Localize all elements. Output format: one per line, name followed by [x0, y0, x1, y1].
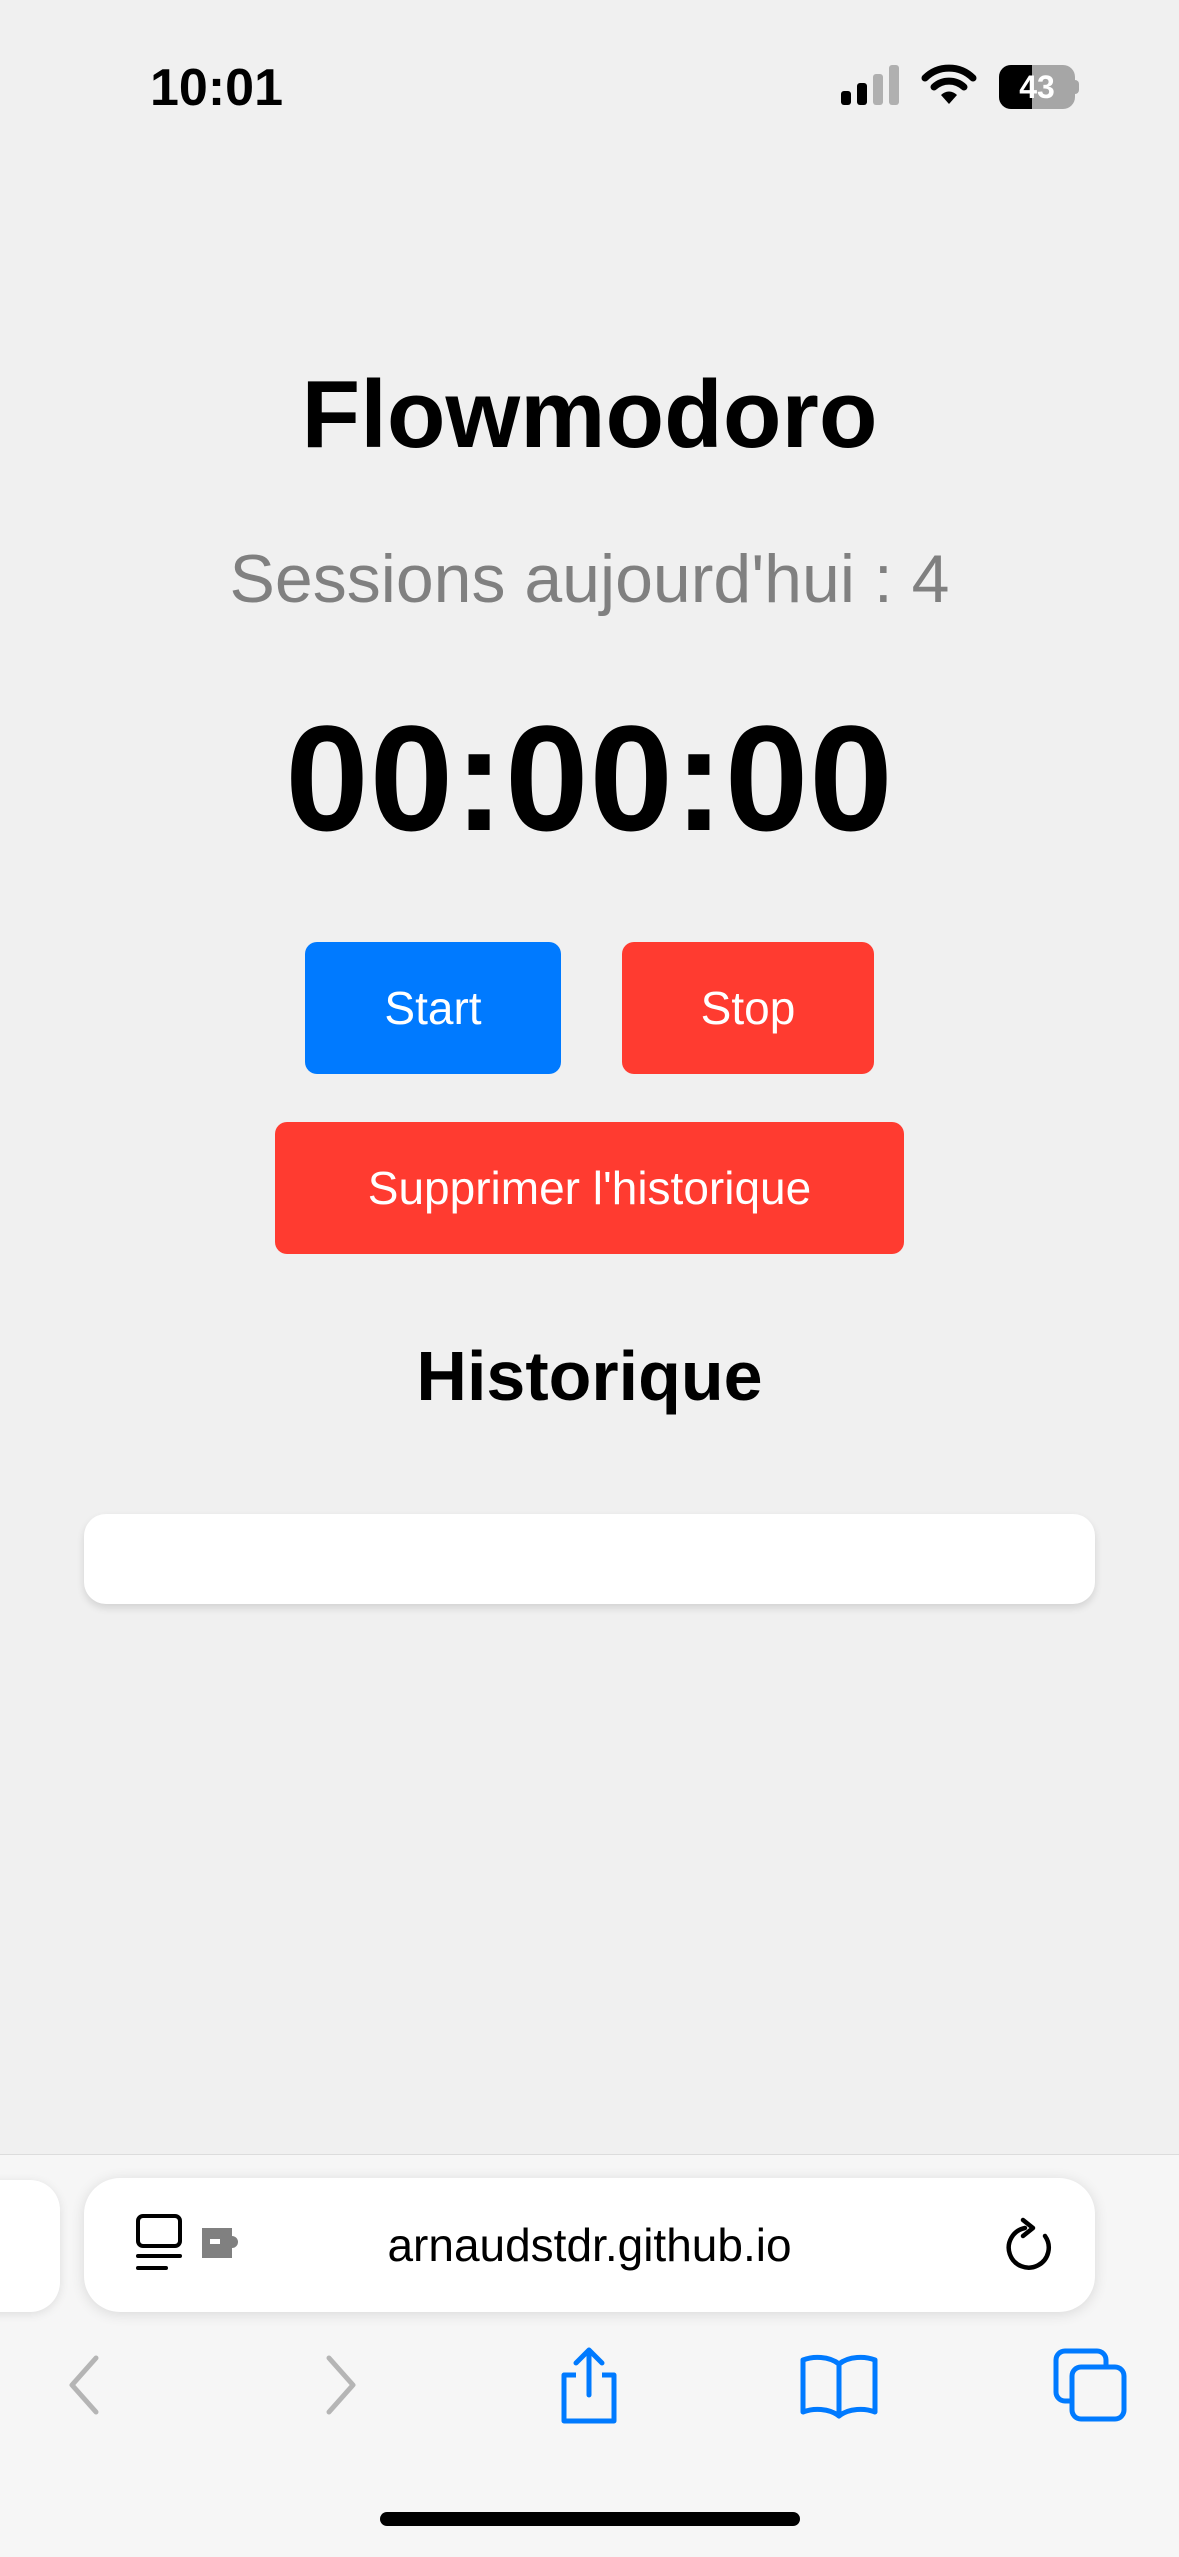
- status-bar: 10:01 43: [0, 0, 1179, 170]
- tabs-icon[interactable]: [1045, 2340, 1135, 2430]
- cellular-signal-icon: [841, 64, 899, 110]
- bookmarks-icon[interactable]: [794, 2340, 884, 2430]
- reload-icon[interactable]: [999, 2214, 1059, 2281]
- start-button[interactable]: Start: [305, 942, 561, 1074]
- share-icon[interactable]: [544, 2340, 634, 2430]
- url-text: arnaudstdr.github.io: [387, 2219, 792, 2271]
- wifi-icon: [921, 64, 977, 111]
- sessions-count: Sessions aujourd'hui : 4: [229, 541, 950, 617]
- back-icon[interactable]: [40, 2340, 130, 2430]
- forward-icon[interactable]: [295, 2340, 385, 2430]
- previous-tab-peek[interactable]: [0, 2180, 60, 2312]
- app-title: Flowmodoro: [301, 361, 878, 468]
- history-title: Historique: [416, 1337, 763, 1415]
- history-list: [84, 1514, 1095, 1604]
- battery-icon: 43: [999, 65, 1079, 109]
- status-time: 10:01: [150, 59, 283, 117]
- status-icons: 43: [841, 62, 1079, 112]
- battery-level: 43: [1019, 69, 1055, 105]
- clear-history-button[interactable]: Supprimer l'historique: [275, 1122, 904, 1254]
- timer-display: 00:00:00: [285, 694, 894, 862]
- stop-button[interactable]: Stop: [622, 942, 874, 1074]
- home-indicator: [380, 2512, 800, 2526]
- address-bar[interactable]: arnaudstdr.github.io: [84, 2178, 1095, 2312]
- browser-toolbar: [0, 2340, 1179, 2440]
